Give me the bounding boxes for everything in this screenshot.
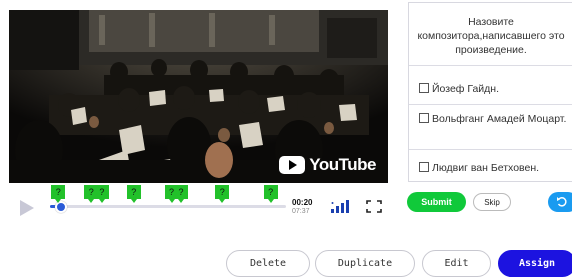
question-marker[interactable]: ?	[51, 185, 66, 203]
checkbox-icon[interactable]	[419, 83, 429, 93]
question-marker[interactable]: ?	[94, 185, 109, 203]
question-marker[interactable]: ?	[173, 185, 188, 203]
checkbox-icon[interactable]	[419, 113, 429, 123]
question-marker[interactable]: ?	[126, 185, 141, 203]
play-icon[interactable]	[20, 200, 34, 216]
youtube-logo[interactable]: YouTube	[279, 155, 376, 175]
divider	[409, 104, 572, 105]
checkbox-icon[interactable]	[419, 162, 429, 172]
time-current: 00:20	[292, 198, 313, 207]
quiz-option-1[interactable]: Йозеф Гайдн.	[419, 82, 569, 96]
youtube-play-icon	[279, 156, 306, 174]
quiz-panel: Назовите композитора,написавшего это про…	[408, 2, 572, 182]
quiz-option-2[interactable]: Вольфганг Амадей Моцарт.	[419, 112, 569, 126]
divider	[409, 65, 572, 66]
question-marker[interactable]: ?	[215, 185, 230, 203]
quiz-option-label: Людвиг ван Бетховен.	[432, 162, 540, 174]
youtube-logo-text: YouTube	[309, 155, 376, 174]
question-marker[interactable]: ?	[263, 185, 278, 203]
quiz-option-3[interactable]: Людвиг ван Бетховен.	[419, 161, 569, 175]
quiz-question: Назовите композитора,написавшего это про…	[417, 16, 565, 56]
time-total: 07:37	[292, 208, 310, 215]
replay-icon	[557, 197, 567, 207]
divider	[409, 149, 572, 150]
submit-button[interactable]: Submit	[407, 192, 466, 212]
quiz-option-label: Вольфганг Амадей Моцарт.	[432, 113, 567, 125]
video-player[interactable]: YouTube	[9, 10, 388, 183]
skip-button[interactable]: Skip	[473, 193, 511, 211]
fullscreen-icon[interactable]	[366, 200, 382, 213]
replay-button[interactable]	[548, 192, 572, 212]
seek-bar[interactable]	[50, 205, 286, 208]
volume-icon[interactable]	[330, 198, 354, 214]
quiz-option-label: Йозеф Гайдн.	[432, 83, 500, 95]
